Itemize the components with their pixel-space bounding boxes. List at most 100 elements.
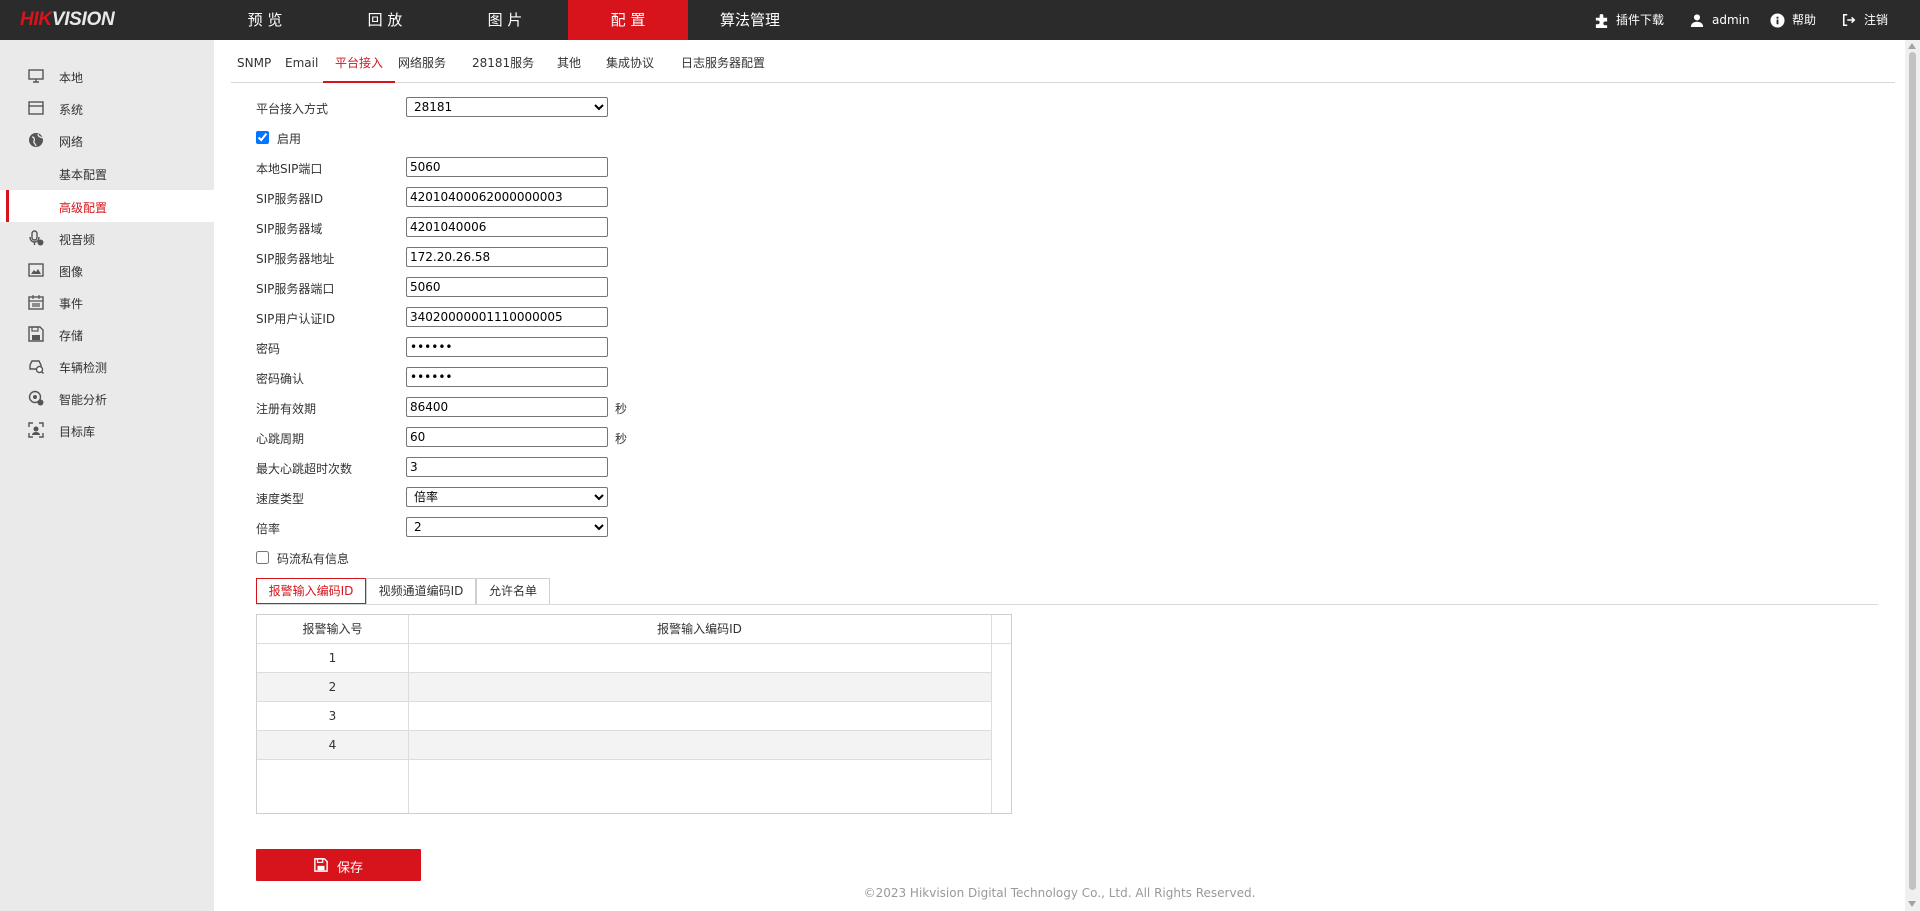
vertical-scrollbar[interactable] — [1905, 40, 1920, 911]
logo-red-text: HIK — [20, 9, 52, 30]
logout-label: 注销 — [1864, 13, 1889, 27]
sip-server-id-label: SIP服务器ID — [256, 192, 324, 206]
hikvision-logo: HIKVISION — [20, 9, 115, 31]
sidebar-item-event[interactable]: 事件 — [0, 286, 214, 318]
password-label: 密码 — [256, 342, 281, 356]
sidebar-item-image[interactable]: 图像 — [0, 254, 214, 286]
image-icon — [28, 263, 44, 277]
sip-server-address-input[interactable] — [406, 247, 608, 267]
sidebar: 本地 系统 网络 基本配置 高级配置 视音频 图像 事件 存储 车辆检测 智能分… — [0, 40, 214, 911]
monitor-icon — [28, 69, 44, 83]
scroll-down-arrow-icon[interactable] — [1908, 901, 1916, 907]
speed-type-select[interactable]: 倍率 — [406, 487, 608, 507]
table-row[interactable]: 3 — [257, 702, 991, 731]
floppy-icon — [28, 326, 44, 342]
table-header-filler — [991, 615, 1011, 644]
sidebar-label: 高级配置 — [59, 201, 108, 215]
password-input[interactable] — [406, 337, 608, 357]
user-menu[interactable]: admin — [1690, 0, 1750, 40]
tab-snmp[interactable]: SNMP — [237, 50, 271, 83]
access-mode-select[interactable]: 28181 — [406, 97, 608, 117]
sidebar-item-smart-analysis[interactable]: 智能分析 — [0, 382, 214, 414]
reg-validity-label: 注册有效期 — [256, 402, 317, 416]
scroll-thumb[interactable] — [1909, 52, 1916, 890]
save-icon — [314, 858, 328, 872]
sidebar-label: 系统 — [59, 103, 84, 117]
subtab-alarm-input-id[interactable]: 报警输入编码ID — [256, 578, 366, 604]
sidebar-item-vehicle-detection[interactable]: 车辆检测 — [0, 350, 214, 382]
speed-type-label: 速度类型 — [256, 492, 305, 506]
help-link[interactable]: 帮助 — [1770, 0, 1820, 40]
table-header-alarm-input-no: 报警输入号 — [257, 615, 408, 644]
private-info-label: 码流私有信息 — [277, 552, 350, 566]
sidebar-label: 车辆检测 — [59, 361, 108, 375]
sip-server-domain-input[interactable] — [406, 217, 608, 237]
max-timeout-label: 最大心跳超时次数 — [256, 462, 353, 476]
local-sip-port-label: 本地SIP端口 — [256, 162, 323, 176]
tab-network-service[interactable]: 网络服务 — [398, 50, 446, 83]
nav-algorithm-management[interactable]: 算法管理 — [690, 0, 810, 40]
sidebar-item-storage[interactable]: 存储 — [0, 318, 214, 350]
nav-configuration[interactable]: 配 置 — [568, 0, 688, 40]
plugin-download-label: 插件下载 — [1616, 13, 1665, 27]
tab-28181-service[interactable]: 28181服务 — [472, 50, 534, 83]
tab-integration-protocol[interactable]: 集成协议 — [606, 50, 654, 83]
tab-platform-access[interactable]: 平台接入 — [323, 50, 396, 83]
alarm-input-no: 3 — [328, 709, 337, 723]
sidebar-label: 网络 — [59, 135, 84, 149]
rate-label: 倍率 — [256, 522, 281, 536]
nav-playback[interactable]: 回 放 — [325, 0, 445, 40]
face-frame-icon — [28, 422, 44, 438]
password-confirm-input[interactable] — [406, 367, 608, 387]
table-row[interactable]: 4 — [257, 731, 991, 760]
reg-validity-input[interactable] — [406, 397, 608, 417]
sip-server-port-input[interactable] — [406, 277, 608, 297]
sidebar-item-local[interactable]: 本地 — [0, 60, 214, 92]
alarm-input-table: 报警输入号 报警输入编码ID 1 2 3 4 — [256, 614, 1012, 814]
enable-label: 启用 — [277, 132, 302, 146]
sidebar-label: 图像 — [59, 265, 84, 279]
copyright-footer: ©2023 Hikvision Digital Technology Co., … — [863, 886, 1256, 900]
encoding-subtabs: 报警输入编码ID 视频通道编码ID 允许名单 — [256, 578, 1878, 605]
save-button[interactable]: 保存 — [256, 849, 421, 881]
heartbeat-label: 心跳周期 — [256, 432, 305, 446]
column-divider — [408, 615, 409, 813]
sip-server-id-input[interactable] — [406, 187, 608, 207]
tab-log-server[interactable]: 日志服务器配置 — [681, 50, 765, 83]
reg-validity-unit: 秒 — [615, 402, 628, 416]
scroll-up-arrow-icon[interactable] — [1908, 43, 1916, 49]
puzzle-icon — [1595, 13, 1608, 28]
sidebar-item-basic-config[interactable]: 基本配置 — [0, 157, 214, 189]
help-label: 帮助 — [1792, 13, 1817, 27]
sip-user-auth-input[interactable] — [406, 307, 608, 327]
table-row[interactable]: 2 — [257, 673, 991, 702]
tab-email[interactable]: Email — [285, 50, 318, 83]
heartbeat-input[interactable] — [406, 427, 608, 447]
plugin-download-link[interactable]: 插件下载 — [1594, 0, 1674, 40]
nav-picture[interactable]: 图 片 — [445, 0, 565, 40]
sidebar-item-video-audio[interactable]: 视音频 — [0, 222, 214, 254]
sidebar-item-system[interactable]: 系统 — [0, 92, 214, 124]
calendar-icon — [28, 295, 44, 310]
subtab-video-channel-id[interactable]: 视频通道编码ID — [366, 578, 476, 604]
vehicle-search-icon — [29, 360, 44, 374]
private-info-checkbox[interactable] — [256, 551, 269, 564]
nav-preview[interactable]: 预 览 — [205, 0, 325, 40]
logout-link[interactable]: 注销 — [1842, 0, 1892, 40]
sidebar-item-advanced-config[interactable]: 高级配置 — [0, 190, 214, 222]
subtab-allow-list[interactable]: 允许名单 — [476, 578, 550, 604]
save-label: 保存 — [337, 861, 364, 876]
sidebar-item-network[interactable]: 网络 — [0, 124, 214, 156]
smart-analysis-icon — [28, 390, 44, 406]
column-divider — [991, 615, 992, 813]
sidebar-label: 事件 — [59, 297, 84, 311]
table-header-alarm-input-id: 报警输入编码ID — [408, 615, 991, 644]
local-sip-port-input[interactable] — [406, 157, 608, 177]
max-timeout-input[interactable] — [406, 457, 608, 477]
enable-checkbox[interactable] — [256, 131, 269, 144]
sidebar-label: 智能分析 — [59, 393, 108, 407]
sidebar-item-target-library[interactable]: 目标库 — [0, 414, 214, 446]
table-row[interactable]: 1 — [257, 644, 991, 673]
rate-select[interactable]: 2 — [406, 517, 608, 537]
tab-other[interactable]: 其他 — [557, 50, 581, 83]
